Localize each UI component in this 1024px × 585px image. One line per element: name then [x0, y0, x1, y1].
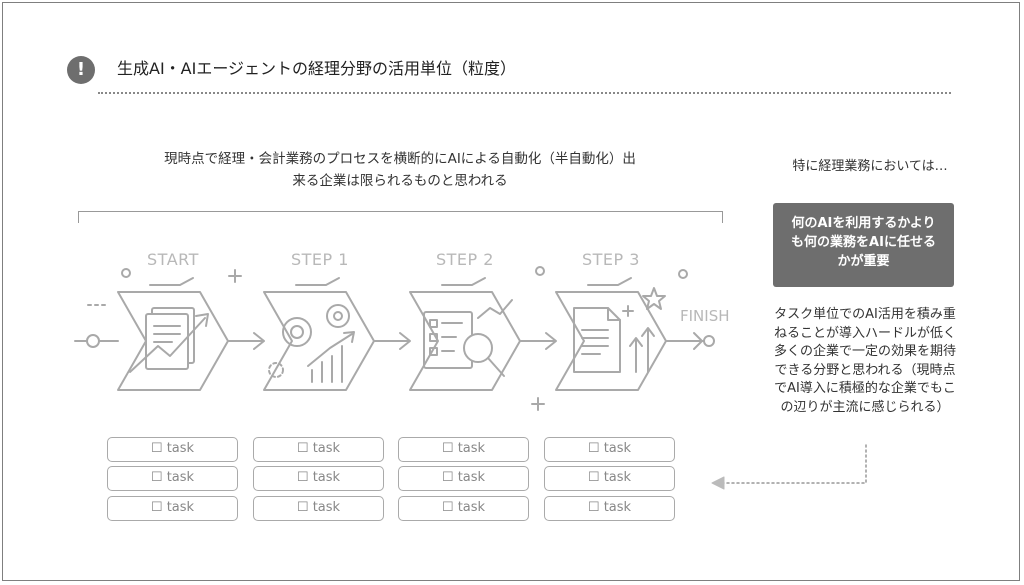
step1-frame-notch [295, 277, 340, 286]
step3-frame-notch [587, 277, 632, 286]
task-box-start-3: ☐ task [107, 496, 238, 521]
right-heading: 特に経理業務においては… [792, 159, 948, 174]
step2-circle-deco [535, 266, 545, 276]
task-box-step1-1: ☐ task [253, 437, 384, 462]
step2-frame-notch [441, 277, 486, 286]
document-growth-icon [129, 307, 209, 373]
start-left-node [86, 334, 100, 348]
task-box-step3-2: ☐ task [544, 466, 675, 491]
task-box-step2-1: ☐ task [398, 437, 529, 462]
step3-circle-deco [678, 269, 688, 279]
task-box-start-1: ☐ task [107, 437, 238, 462]
task-box-start-2: ☐ task [107, 466, 238, 491]
checklist-magnifier-icon [423, 299, 513, 377]
key-point-box: 何のAIを利用するかよりも何の業務をAIに任せるかが重要 [773, 203, 954, 287]
step1-plus-deco [228, 269, 242, 283]
gears-chart-icon [282, 304, 355, 383]
document-star-icon [573, 287, 666, 373]
start-frame-notch [149, 277, 194, 286]
right-body-text: タスク単位でのAI活用を積み重ねることが導入ハードルが低く多くの企業で一定の効果… [773, 307, 956, 415]
task-box-step1-3: ☐ task [253, 496, 384, 521]
task-box-step3-3: ☐ task [544, 496, 675, 521]
task-box-step3-1: ☐ task [544, 437, 675, 462]
step2-plus-deco [531, 397, 545, 411]
finish-node [703, 335, 715, 347]
task-box-step1-2: ☐ task [253, 466, 384, 491]
feedback-arrowhead [711, 476, 725, 490]
feedback-dotted-line [719, 444, 867, 484]
task-box-step2-2: ☐ task [398, 466, 529, 491]
start-circle-deco [121, 268, 131, 278]
task-box-step2-3: ☐ task [398, 496, 529, 521]
